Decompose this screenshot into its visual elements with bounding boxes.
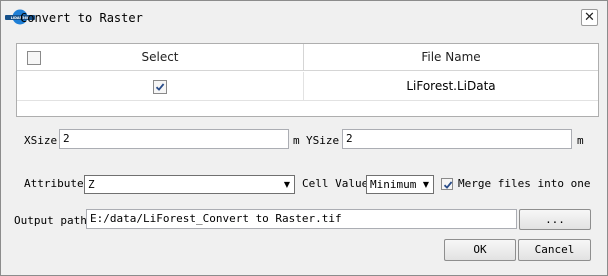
table-header: Select File Name (17, 44, 598, 71)
output-path-label: Output path: (14, 214, 94, 227)
ysize-unit: m (577, 134, 584, 147)
ok-button[interactable]: OK (444, 239, 516, 261)
cell-value-select[interactable]: Minimum ▼ (366, 175, 434, 194)
checkmark-icon (155, 82, 165, 91)
table-row[interactable]: LiForest.LiData (17, 72, 598, 101)
column-label-file-name: File Name (421, 50, 481, 64)
merge-label[interactable]: Merge files into one (458, 177, 590, 191)
cell-value-value: Minimum (370, 178, 417, 191)
column-label-select: Select (141, 50, 179, 64)
ysize-input[interactable]: 2 (342, 129, 572, 149)
cancel-button[interactable]: Cancel (518, 239, 591, 261)
dialog-title: Convert to Raster (20, 11, 143, 25)
attribute-select[interactable]: Z ▼ (84, 175, 295, 194)
merge-checkbox[interactable] (441, 178, 453, 190)
xsize-input[interactable]: 2 (59, 129, 289, 149)
chevron-down-icon: ▼ (422, 180, 429, 189)
checkmark-icon (443, 181, 453, 189)
column-header-file-name[interactable]: File Name (304, 44, 598, 71)
file-table: Select File Name LiForest.LiData (16, 43, 599, 117)
browse-button[interactable]: ... (519, 209, 591, 230)
column-header-select[interactable]: Select (17, 44, 304, 71)
row-file-name: LiForest.LiData (406, 79, 496, 93)
attribute-value: Z (88, 178, 95, 191)
close-icon: ✕ (584, 10, 595, 25)
row-select-cell (17, 72, 304, 101)
xsize-label: XSize (24, 134, 58, 147)
attribute-label: Attribute (24, 177, 84, 190)
row-checkbox[interactable] (153, 79, 167, 94)
select-all-checkbox[interactable] (27, 51, 41, 65)
output-path-input[interactable]: E:/data/LiForest_Convert to Raster.tif (86, 209, 517, 229)
chevron-down-icon: ▼ (283, 180, 290, 189)
ysize-label: YSize (306, 134, 340, 147)
xsize-unit: m (293, 134, 300, 147)
cell-value-label: Cell Value (302, 177, 369, 190)
close-button[interactable]: ✕ (581, 9, 598, 26)
